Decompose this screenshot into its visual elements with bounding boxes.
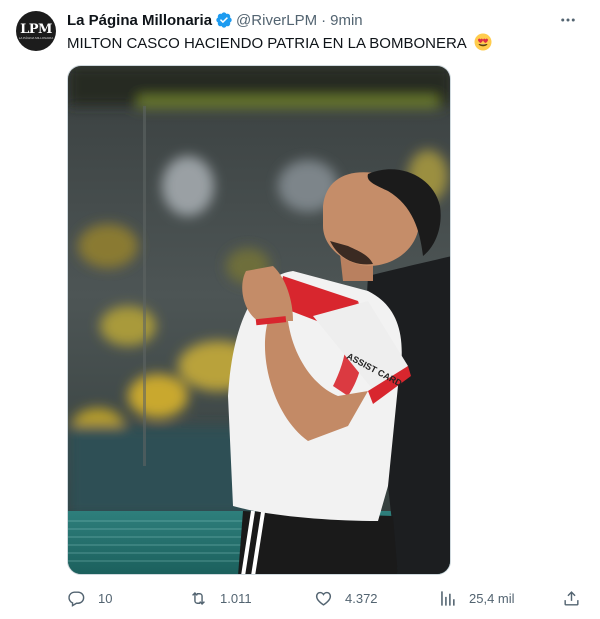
avatar-subtext: LA PÁGINA MILLONARIA [18, 35, 54, 40]
reply-count: 10 [98, 590, 113, 606]
action-bar: 10 1.011 4.372 25,4 mil [67, 587, 587, 609]
tweet-header: La Página Millonaria @RiverLPM · 9min [67, 10, 363, 30]
views-chart-icon [441, 590, 455, 606]
retweet-icon [192, 591, 205, 605]
reply-icon [68, 590, 85, 607]
like-button[interactable]: 4.372 [314, 587, 378, 609]
heart-eyes-emoji-icon [474, 33, 492, 51]
avatar-text: LPM [20, 21, 52, 37]
retweet-count: 1.011 [220, 590, 252, 606]
share-button[interactable] [562, 587, 593, 609]
retweet-button[interactable]: 1.011 [189, 587, 252, 609]
avatar[interactable]: LPM LA PÁGINA MILLONARIA [16, 11, 56, 51]
verified-badge-icon[interactable] [215, 11, 233, 29]
photo-image: ASSIST CARD [68, 66, 450, 574]
tweet[interactable]: LPM LA PÁGINA MILLONARIA La Página Millo… [0, 0, 600, 619]
views-count: 25,4 mil [469, 590, 515, 606]
share-icon [564, 590, 579, 606]
author-handle[interactable]: @RiverLPM [236, 12, 317, 29]
like-count: 4.372 [345, 590, 378, 606]
tweet-photo[interactable]: ASSIST CARD [67, 65, 451, 575]
more-options-icon[interactable] [558, 10, 578, 30]
more-dots-icon [561, 18, 575, 22]
tweet-body: MILTON CASCO HACIENDO PATRIA EN LA BOMBO… [67, 35, 466, 52]
reply-button[interactable]: 10 [67, 587, 112, 609]
separator-dot: · [321, 11, 327, 29]
avatar-logo: LPM [20, 23, 52, 36]
views-button[interactable]: 25,4 mil [438, 587, 515, 609]
author-display-name[interactable]: La Página Millonaria [67, 12, 212, 29]
timestamp[interactable]: 9min [330, 12, 363, 29]
tweet-text: MILTON CASCO HACIENDO PATRIA EN LA BOMBO… [67, 33, 492, 54]
heart-icon [315, 591, 332, 606]
